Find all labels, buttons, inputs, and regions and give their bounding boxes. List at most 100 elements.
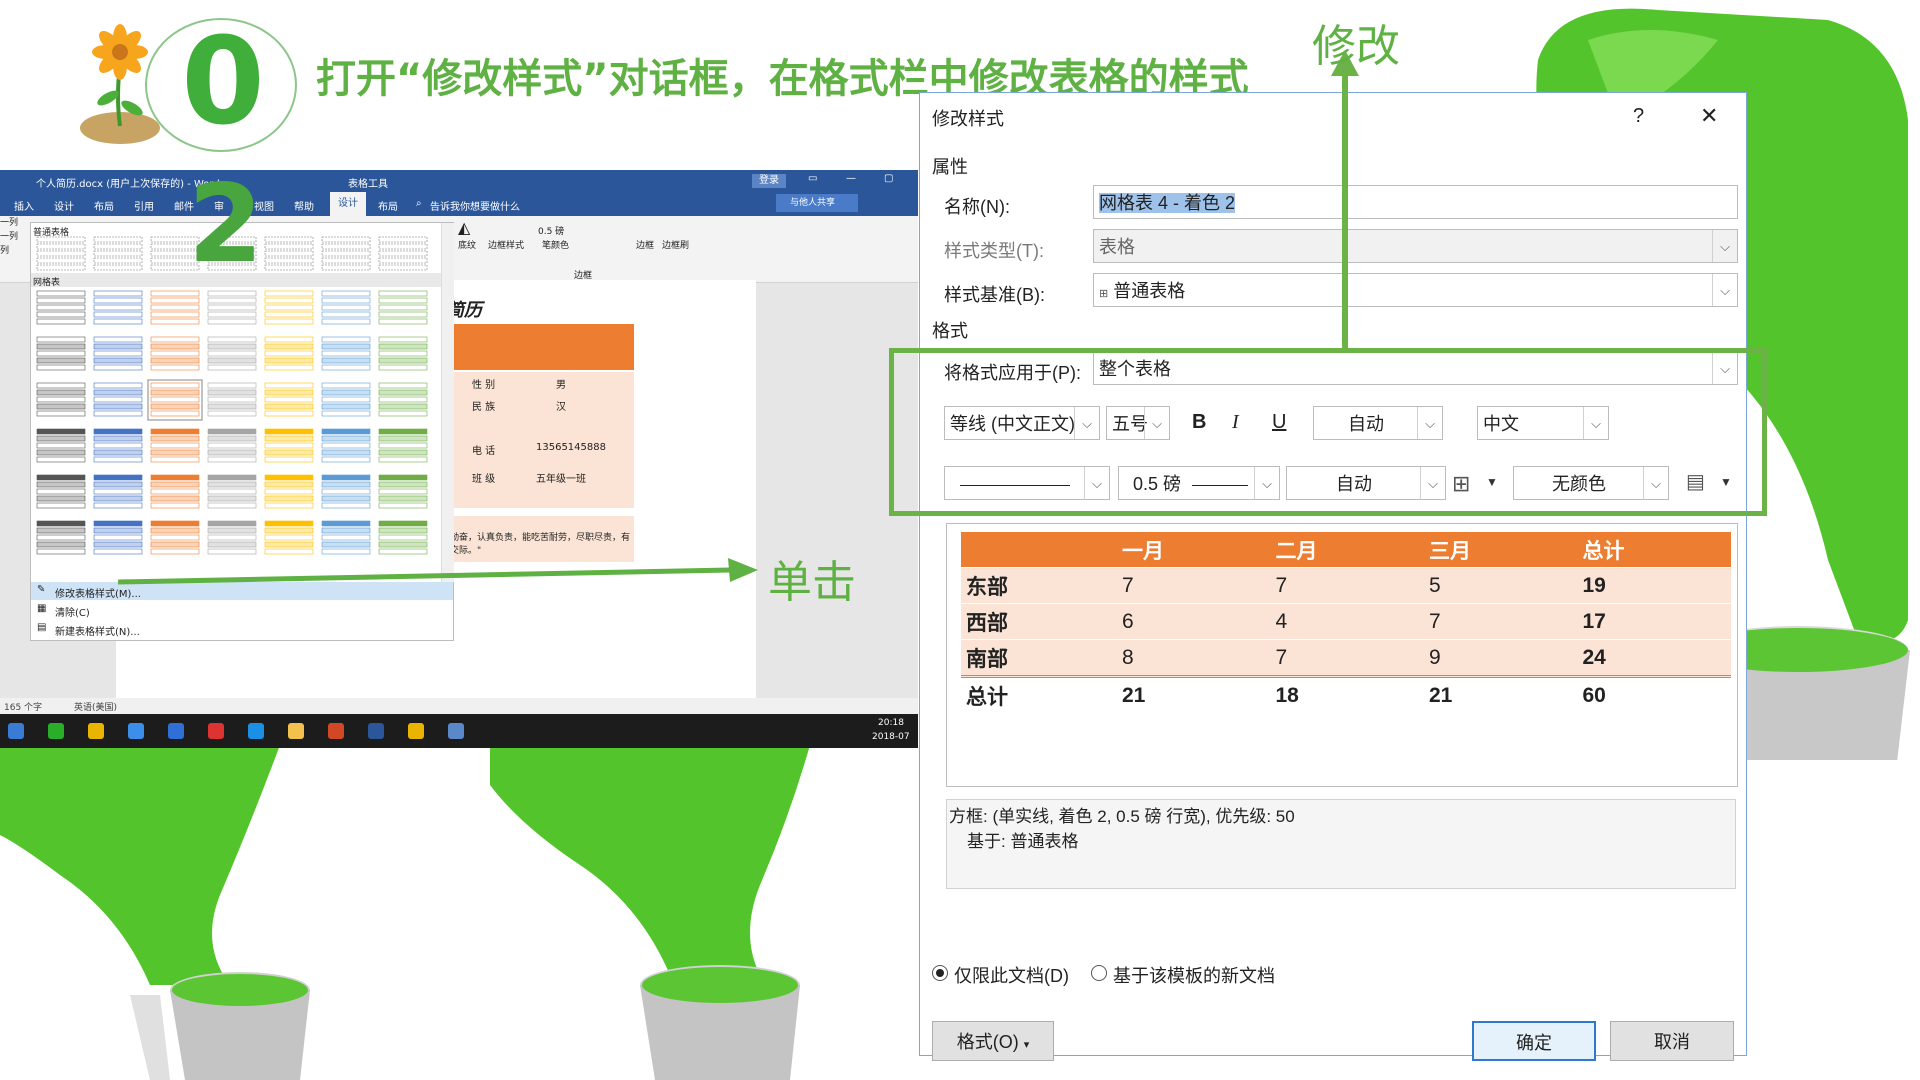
- wechat-icon[interactable]: [48, 723, 64, 739]
- table-style-thumbnail[interactable]: [93, 428, 143, 463]
- table-style-thumbnail[interactable]: [321, 520, 371, 555]
- login-button[interactable]: 登录: [752, 174, 786, 188]
- table-style-thumbnail[interactable]: [93, 520, 143, 555]
- table-style-thumbnail[interactable]: [378, 428, 428, 463]
- table-style-thumbnail[interactable]: [36, 290, 86, 325]
- tab-layout[interactable]: 布局: [94, 198, 114, 213]
- modify-arrow: [1331, 50, 1359, 352]
- table-style-thumbnail[interactable]: [378, 290, 428, 325]
- share-button[interactable]: 与他人共享: [776, 194, 858, 212]
- edge-icon[interactable]: [248, 723, 264, 739]
- format-button[interactable]: 格式(O) ▾: [932, 1021, 1054, 1061]
- close-icon[interactable]: ✕: [1700, 103, 1718, 129]
- table-style-thumbnail[interactable]: [150, 474, 200, 509]
- table-style-thumbnail[interactable]: [93, 336, 143, 371]
- border-styles-label[interactable]: 边框样式: [488, 238, 524, 251]
- shading-icon[interactable]: ◭: [458, 218, 470, 237]
- table-style-thumbnail[interactable]: [321, 474, 371, 509]
- minimize-icon[interactable]: —: [846, 173, 856, 184]
- table-style-thumbnail[interactable]: [264, 474, 314, 509]
- table-style-thumbnail[interactable]: [207, 290, 257, 325]
- maximize-icon[interactable]: ▢: [884, 173, 893, 184]
- ribbon-display-icon[interactable]: ▭: [808, 173, 817, 184]
- folder-icon[interactable]: [288, 723, 304, 739]
- border-painter-button[interactable]: 边框刷: [662, 238, 689, 251]
- tell-me-box[interactable]: 告诉我你想要做什么: [430, 198, 520, 213]
- table-style-thumbnail[interactable]: [378, 520, 428, 555]
- table-style-thumbnail[interactable]: [264, 236, 314, 271]
- borders-button[interactable]: 边框: [636, 238, 654, 251]
- table-style-thumbnail[interactable]: [36, 336, 86, 371]
- tab-help[interactable]: 帮助: [294, 198, 314, 213]
- table-style-thumbnail[interactable]: [264, 520, 314, 555]
- netease-icon[interactable]: [208, 723, 224, 739]
- table-style-thumbnail[interactable]: [264, 428, 314, 463]
- tab-table-design[interactable]: 设计: [330, 192, 366, 216]
- chevron-down-icon[interactable]: ⌵: [1712, 230, 1737, 262]
- help-icon[interactable]: ?: [1633, 105, 1644, 128]
- qq-icon[interactable]: [88, 723, 104, 739]
- radio-new-template[interactable]: [1091, 965, 1107, 981]
- window-icon[interactable]: [448, 723, 464, 739]
- table-style-thumbnail[interactable]: [264, 290, 314, 325]
- powerpoint-icon[interactable]: [328, 723, 344, 739]
- qq2-icon[interactable]: [408, 723, 424, 739]
- table-style-thumbnail[interactable]: [93, 474, 143, 509]
- table-style-thumbnail[interactable]: [36, 520, 86, 555]
- tab-table-layout[interactable]: 布局: [378, 198, 398, 213]
- clear-icon: ▦: [37, 603, 47, 614]
- type-select[interactable]: 表格 ⌵: [1093, 229, 1738, 263]
- table-style-thumbnail[interactable]: [378, 382, 428, 417]
- radio-this-document-label[interactable]: 仅限此文档(D): [954, 962, 1069, 988]
- table-style-thumbnail[interactable]: [147, 379, 203, 421]
- table-style-thumbnail[interactable]: [321, 236, 371, 271]
- radio-new-template-label[interactable]: 基于该模板的新文档: [1113, 962, 1275, 988]
- name-input[interactable]: 网格表 4 - 着色 2: [1093, 185, 1738, 219]
- word-icon[interactable]: [368, 723, 384, 739]
- table-style-thumbnail[interactable]: [150, 290, 200, 325]
- table-style-thumbnail[interactable]: [93, 382, 143, 417]
- table-style-thumbnail[interactable]: [321, 428, 371, 463]
- start-icon[interactable]: [8, 723, 24, 739]
- table-style-thumbnail[interactable]: [150, 428, 200, 463]
- search-icon[interactable]: ⌕: [416, 198, 422, 209]
- table-style-thumbnail[interactable]: [36, 428, 86, 463]
- browser-icon[interactable]: [128, 723, 144, 739]
- tab-design[interactable]: 设计: [54, 198, 74, 213]
- tab-references[interactable]: 引用: [134, 198, 154, 213]
- base-select[interactable]: ⊞ 普通表格 ⌵: [1093, 273, 1738, 307]
- app-icon[interactable]: [168, 723, 184, 739]
- shading-label[interactable]: 底纹: [458, 238, 476, 251]
- radio-this-document[interactable]: [932, 965, 948, 981]
- table-style-thumbnail[interactable]: [264, 336, 314, 371]
- table-style-thumbnail[interactable]: [321, 290, 371, 325]
- gallery-scrollbar[interactable]: [441, 223, 454, 583]
- table-style-thumbnail[interactable]: [93, 236, 143, 271]
- table-style-thumbnail[interactable]: [207, 520, 257, 555]
- chevron-down-icon[interactable]: ⌵: [1712, 274, 1737, 306]
- table-style-thumbnail[interactable]: [36, 236, 86, 271]
- menu-item-clear[interactable]: ▦ 清除(C): [31, 601, 453, 619]
- pen-weight-dropdown[interactable]: 0.5 磅: [538, 224, 564, 237]
- table-style-thumbnail[interactable]: [36, 474, 86, 509]
- table-style-thumbnail[interactable]: [321, 382, 371, 417]
- table-style-thumbnail[interactable]: [264, 382, 314, 417]
- table-style-thumbnail[interactable]: [36, 382, 86, 417]
- tab-insert[interactable]: 插入: [14, 198, 34, 213]
- table-style-thumbnail[interactable]: [378, 336, 428, 371]
- pen-color-dropdown[interactable]: 笔颜色: [542, 238, 569, 251]
- gallery-menu: ✎ 修改表格样式(M)... ▦ 清除(C) ▤ 新建表格样式(N)...: [30, 582, 454, 641]
- table-style-thumbnail[interactable]: [378, 236, 428, 271]
- menu-item-new-style[interactable]: ▤ 新建表格样式(N)...: [31, 620, 453, 638]
- table-style-thumbnail[interactable]: [150, 336, 200, 371]
- ok-button[interactable]: 确定: [1472, 1021, 1596, 1061]
- cancel-button[interactable]: 取消: [1610, 1021, 1734, 1061]
- table-style-thumbnail[interactable]: [207, 336, 257, 371]
- table-style-thumbnail[interactable]: [207, 428, 257, 463]
- table-style-thumbnail[interactable]: [321, 336, 371, 371]
- table-style-thumbnail[interactable]: [378, 474, 428, 509]
- table-style-thumbnail[interactable]: [150, 520, 200, 555]
- table-style-thumbnail[interactable]: [207, 474, 257, 509]
- table-style-thumbnail[interactable]: [207, 382, 257, 417]
- table-style-thumbnail[interactable]: [93, 290, 143, 325]
